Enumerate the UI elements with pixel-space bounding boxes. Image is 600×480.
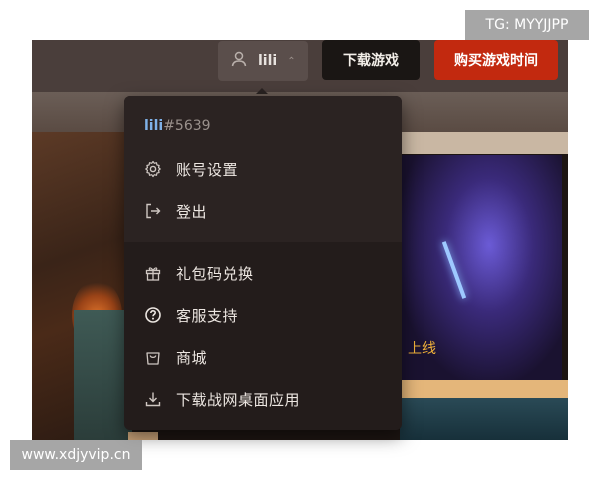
gift-icon — [144, 264, 162, 282]
account-menu-button[interactable]: lili ⌃ — [218, 41, 308, 81]
menu-user-tag: #5639 — [163, 118, 211, 134]
game-card-art-2[interactable] — [400, 398, 568, 440]
help-circle-icon — [144, 306, 162, 324]
logout-icon — [144, 202, 162, 220]
menu-item-account-settings[interactable]: 账号设置 — [144, 157, 238, 181]
menu-item-label: 登出 — [176, 202, 208, 221]
menu-item-label: 账号设置 — [176, 160, 239, 179]
account-dropdown-menu: lili#5639 账号设置 登出 礼包码兑换 客服支持 商城 下载战网桌面应用 — [124, 96, 402, 430]
menu-item-label: 下载战网桌面应用 — [176, 390, 301, 409]
menu-item-support[interactable]: 客服支持 — [144, 303, 238, 327]
page: 上线 lili ⌃ 下载游戏 购买游戏时间 lili#5639 账号设置 登出 … — [0, 0, 600, 480]
account-username: lili — [258, 53, 278, 69]
menu-item-shop[interactable]: 商城 — [144, 345, 207, 369]
menu-item-redeem-code[interactable]: 礼包码兑换 — [144, 261, 254, 285]
shopping-bag-icon — [144, 348, 162, 366]
menu-user-name: lili — [144, 118, 164, 134]
game-card-caption: 上线 — [408, 341, 436, 357]
menu-item-download-desktop-app[interactable]: 下载战网桌面应用 — [144, 387, 300, 411]
download-icon — [144, 390, 162, 408]
background-art-bottom — [128, 432, 158, 440]
game-card-banner — [400, 380, 568, 398]
menu-pointer — [256, 88, 268, 94]
buy-game-time-button[interactable]: 购买游戏时间 — [434, 40, 558, 80]
watermark-tg: TG: MYYJJPP — [465, 10, 589, 40]
menu-item-label: 礼包码兑换 — [176, 264, 254, 283]
user-icon — [230, 50, 248, 72]
top-navigation-bar: lili ⌃ 下载游戏 购买游戏时间 — [32, 40, 568, 92]
gear-icon — [144, 160, 162, 178]
chevron-up-icon: ⌃ — [287, 55, 296, 67]
menu-battletag: lili#5639 — [144, 118, 211, 134]
menu-item-logout[interactable]: 登出 — [144, 199, 207, 223]
download-game-button[interactable]: 下载游戏 — [322, 40, 420, 80]
menu-item-label: 客服支持 — [176, 306, 239, 325]
watermark-site: www.xdjyvip.cn — [10, 440, 142, 470]
menu-item-label: 商城 — [176, 348, 208, 367]
